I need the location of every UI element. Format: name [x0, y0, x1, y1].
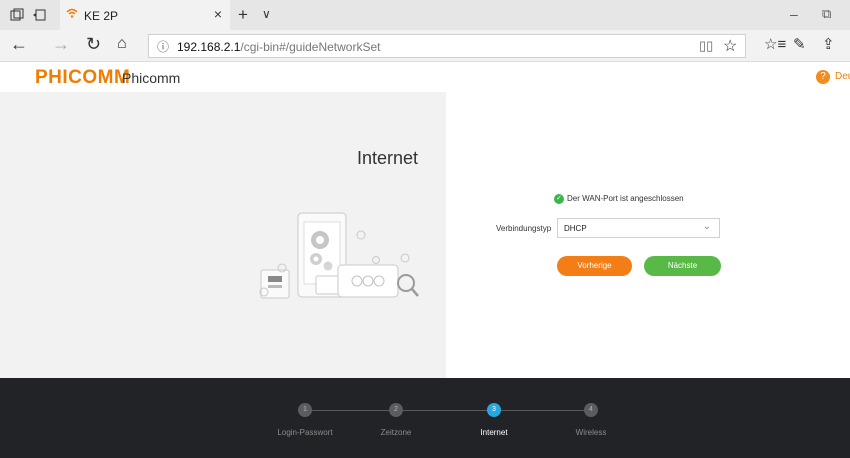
wan-status: ✓ Der WAN-Port ist angeschlossen — [554, 194, 684, 204]
next-button[interactable]: Nächste — [644, 256, 721, 276]
pen-notes-icon[interactable]: ✎ — [793, 35, 806, 53]
browser-tab[interactable]: KE 2P × — [60, 0, 230, 30]
chevron-down-icon: ⌄ — [702, 221, 711, 232]
tab-title: KE 2P — [84, 9, 119, 23]
url-text: 192.168.2.1/cgi-bin#/guideNetworkSet — [177, 40, 380, 54]
home-icon[interactable]: ⌂ — [117, 35, 127, 53]
favorites-list-icon[interactable]: ☆≡ — [764, 35, 786, 53]
brand-name: Phicomm — [122, 70, 181, 86]
share-icon[interactable]: ⇪ — [822, 35, 835, 53]
phicomm-logo: PHICOMM — [35, 67, 131, 88]
site-info-icon[interactable]: ⓘ — [157, 38, 169, 55]
connection-type-label: Verbindungstyp — [496, 224, 552, 233]
step-label-1: Login-Passwort — [277, 428, 333, 437]
url-field[interactable]: ⓘ 192.168.2.1/cgi-bin#/guideNetworkSet ▯… — [148, 34, 746, 58]
devices-illustration — [259, 212, 419, 299]
step-dot-1: 1 — [298, 403, 312, 417]
step-label-2: Zeitzone — [380, 428, 412, 437]
step-dot-2: 2 — [389, 403, 403, 417]
url-path: /cgi-bin#/guideNetworkSet — [240, 40, 381, 54]
step-dot-4: 4 — [584, 403, 598, 417]
language-selector[interactable]: Deu — [835, 71, 850, 82]
app-header: PHICOMM Phicomm ? Deu — [0, 62, 850, 92]
wan-status-text: Der WAN-Port ist angeschlossen — [567, 194, 684, 204]
back-arrow-icon[interactable]: ← — [10, 34, 28, 55]
help-icon[interactable]: ? — [816, 70, 830, 84]
page-title: Internet — [356, 148, 418, 168]
url-host: 192.168.2.1 — [177, 40, 241, 54]
address-bar-row: ← → ↻ ⌂ ⓘ 192.168.2.1/cgi-bin#/guideNetw… — [0, 30, 850, 62]
new-tab-icon[interactable]: + — [238, 5, 248, 25]
tab-list-chevron-icon[interactable]: ∨ — [262, 7, 271, 21]
reading-view-icon[interactable]: ▯▯ — [699, 38, 713, 54]
check-circle-icon: ✓ — [554, 194, 564, 204]
connection-type-value: DHCP — [564, 224, 587, 233]
refresh-icon[interactable]: ↻ — [86, 34, 101, 55]
network-setup-form: ✓ Der WAN-Port ist angeschlossen Verbindu… — [446, 92, 850, 378]
forward-arrow-icon[interactable]: → — [52, 34, 70, 55]
tab-actions-icon[interactable] — [10, 8, 24, 22]
browser-tab-strip: KE 2P × + ∨ – ⧉ — [0, 0, 850, 30]
window-minimize-icon[interactable]: – — [790, 6, 798, 22]
connection-type-select[interactable]: DHCP ⌄ — [557, 218, 720, 238]
step-dot-3: 3 — [487, 403, 501, 417]
set-aside-tabs-icon[interactable] — [32, 8, 46, 22]
step-label-4: Wireless — [575, 428, 607, 437]
setup-stepper: 1 2 3 4 Login-Passwort Zeitzone Internet… — [0, 378, 850, 458]
window-restore-icon[interactable]: ⧉ — [822, 6, 831, 22]
wifi-icon — [66, 7, 78, 22]
left-illustration-panel: Internet — [0, 92, 446, 378]
step-label-3: Internet — [480, 428, 508, 437]
tab-close-icon[interactable]: × — [214, 6, 222, 22]
favorite-star-icon[interactable]: ☆ — [723, 36, 737, 56]
previous-button[interactable]: Vorherige — [557, 256, 632, 276]
stepper-line — [305, 410, 590, 411]
